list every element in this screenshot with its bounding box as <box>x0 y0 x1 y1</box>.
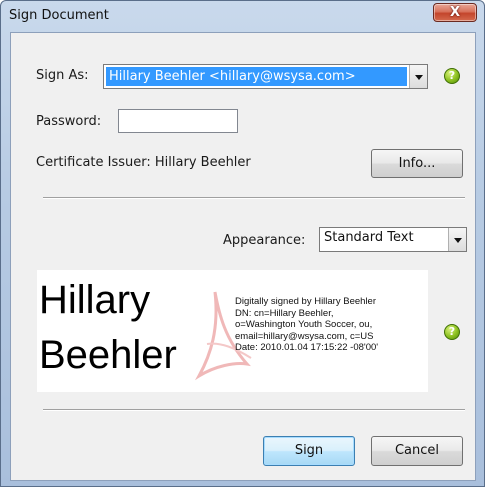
title-bar[interactable]: Sign Document X <box>1 1 484 31</box>
signature-name-line2: Beehler <box>39 333 177 377</box>
dialog-title: Sign Document <box>9 8 109 23</box>
sign-as-label: Sign As: <box>36 68 89 83</box>
sign-as-dropdown[interactable]: Hillary Beehler <hillary@wsysa.com> <box>103 64 428 89</box>
chevron-down-icon[interactable] <box>448 228 466 251</box>
separator-top <box>43 197 465 199</box>
signature-detail-line: Digitally signed by Hillary Beehler <box>235 296 376 307</box>
signature-detail-line: o=Washington Youth Soccer, ou, <box>235 319 373 331</box>
help-icon[interactable]: ? <box>444 324 460 340</box>
help-icon[interactable]: ? <box>444 68 460 84</box>
appearance-label: Appearance: <box>223 233 306 248</box>
password-field[interactable] <box>118 109 238 133</box>
signature-name-line1: Hillary <box>39 278 151 322</box>
signature-detail-line: Date: 2010.01.04 17:15:22 -08'00' <box>235 342 379 354</box>
close-icon: X <box>449 5 461 20</box>
signature-preview: Hillary Beehler Digitally signed by Hill… <box>37 270 428 392</box>
dialog-body <box>10 32 476 481</box>
certificate-issuer-text: Certificate Issuer: Hillary Beehler <box>36 155 251 170</box>
appearance-selected-value: Standard Text <box>324 230 414 245</box>
close-button[interactable]: X <box>433 3 477 22</box>
password-label: Password: <box>36 114 102 129</box>
signature-detail-line: DN: cn=Hillary Beehler, <box>235 307 334 319</box>
sign-as-selected-value: Hillary Beehler <hillary@wsysa.com> <box>106 67 407 86</box>
info-button[interactable]: Info... <box>371 149 463 178</box>
sign-button[interactable]: Sign <box>263 436 355 466</box>
signature-details: Digitally signed by Hillary Beehler DN: … <box>235 296 378 354</box>
separator-bottom <box>43 409 465 411</box>
sign-document-dialog: Sign Document X Sign As: Hillary Beehler… <box>0 0 485 487</box>
cancel-button[interactable]: Cancel <box>371 436 463 466</box>
appearance-dropdown[interactable]: Standard Text <box>319 227 467 252</box>
chevron-down-icon[interactable] <box>409 65 427 88</box>
signature-detail-line: email=hillary@wsysa.com, c=US <box>235 330 374 342</box>
